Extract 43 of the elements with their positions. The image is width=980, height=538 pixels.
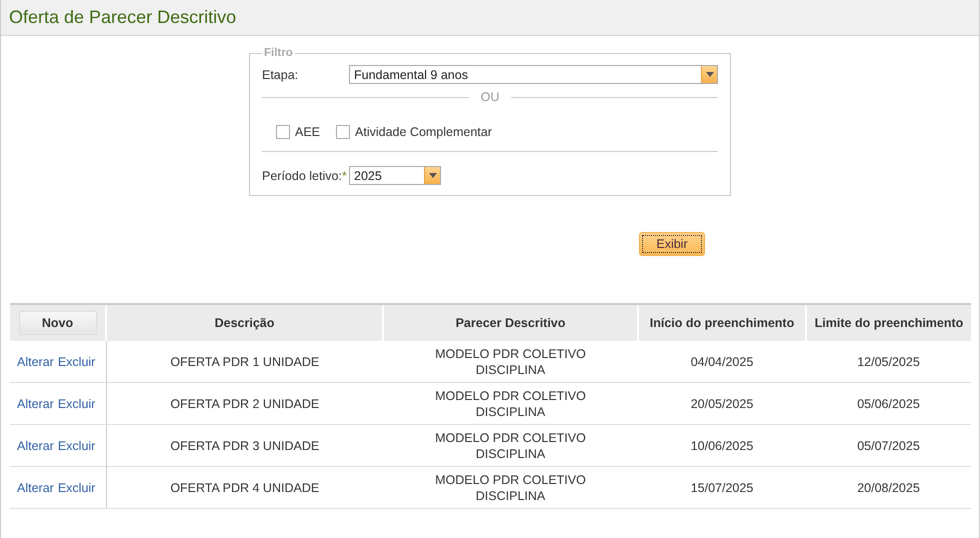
filter-legend: Filtro [262,47,295,59]
table-cell: 10/06/2025 [638,424,806,466]
table-cell: OFERTA PDR 3 UNIDADE [106,424,383,466]
table-cell: MODELO PDR COLETIVO DISCIPLINA [383,382,638,424]
table-cell: 20/08/2025 [806,466,971,508]
table-cell: OFERTA PDR 4 UNIDADE [106,466,383,508]
table-cell: 20/05/2025 [638,382,806,424]
column-header: Parecer Descritivo [383,304,638,341]
column-header: Descrição [106,304,383,341]
action-link[interactable]: Alterar [17,354,54,368]
page-title: Oferta de Parecer Descritivo [9,7,236,28]
table-cell: MODELO PDR COLETIVO DISCIPLINA [383,466,638,508]
table-cell: MODELO PDR COLETIVO DISCIPLINA [383,341,638,382]
table-cell: OFERTA PDR 1 UNIDADE [106,341,383,382]
field-label: Etapa: [262,68,300,82]
caret-icon [706,72,714,77]
new-button[interactable]: Novo [18,311,96,335]
table-cell: 05/06/2025 [806,382,971,424]
caret-icon [428,173,436,178]
table-cell: 15/07/2025 [638,466,806,508]
action-link[interactable]: Excluir [58,480,96,494]
table-cell: MODELO PDR COLETIVO DISCIPLINA [383,424,638,466]
column-header: Início do preenchimento [638,304,806,341]
field-label: Período letivo:* [262,168,348,182]
table-cell: 04/04/2025 [638,341,806,382]
column-header: Limite do preenchimento [806,304,971,341]
checkbox[interactable] [336,125,350,139]
action-link[interactable]: Alterar [17,480,54,494]
period-dropdown[interactable]: 2025 [349,166,441,185]
show-button[interactable]: Exibir [639,232,705,256]
checkbox-label: AEE [295,125,320,139]
table-cell: OFERTA PDR 2 UNIDADE [106,382,383,424]
action-link[interactable]: Alterar [17,396,54,410]
table-cell: 12/05/2025 [806,341,971,382]
separator-label: OU [480,90,500,104]
checkbox-label: Atividade Complementar [355,125,492,139]
etapa-dropdown[interactable]: Fundamental 9 anos [349,65,718,84]
action-link[interactable]: Excluir [58,396,96,410]
checkbox[interactable] [276,125,290,139]
action-link[interactable]: Excluir [58,354,96,368]
action-link[interactable]: Excluir [58,438,96,452]
action-link[interactable]: Alterar [17,438,54,452]
table-cell: 05/07/2025 [806,424,971,466]
